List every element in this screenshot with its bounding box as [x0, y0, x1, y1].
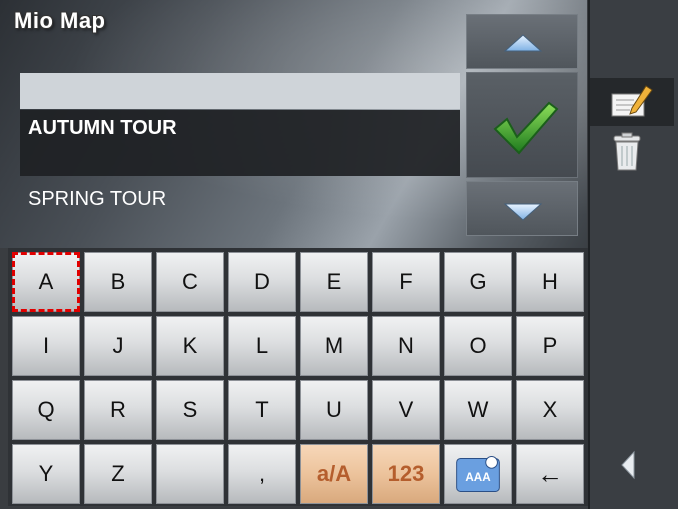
down-arrow-icon	[503, 203, 543, 221]
key-b[interactable]: B	[84, 252, 152, 312]
list-item-empty[interactable]	[20, 73, 460, 109]
key-h[interactable]: H	[516, 252, 584, 312]
key-v[interactable]: V	[372, 380, 440, 440]
key-p[interactable]: P	[516, 316, 584, 376]
up-arrow-icon	[503, 34, 543, 52]
key-i[interactable]: I	[12, 316, 80, 376]
key-o[interactable]: O	[444, 316, 512, 376]
edit-note-icon	[611, 85, 653, 117]
key-backspace[interactable]: ←	[516, 444, 584, 504]
sidebar	[588, 0, 678, 509]
key-n[interactable]: N	[372, 316, 440, 376]
key-y[interactable]: Y	[12, 444, 80, 504]
key-z[interactable]: Z	[84, 444, 152, 504]
edit-button[interactable]	[590, 78, 674, 126]
key-comma[interactable]: ,	[228, 444, 296, 504]
key-m[interactable]: M	[300, 316, 368, 376]
case-toggle-label: a/A	[316, 461, 352, 486]
key-x[interactable]: X	[516, 380, 584, 440]
key-g[interactable]: G	[444, 252, 512, 312]
key-k[interactable]: K	[156, 316, 224, 376]
key-a[interactable]: A	[12, 252, 80, 312]
back-button[interactable]	[590, 440, 674, 490]
svg-text:AAA: AAA	[465, 471, 491, 484]
trash-icon	[613, 132, 641, 171]
key-d[interactable]: D	[228, 252, 296, 312]
key-space[interactable]	[156, 444, 224, 504]
key-q[interactable]: Q	[12, 380, 80, 440]
backspace-icon: ←	[537, 458, 563, 489]
scroll-up-button[interactable]	[466, 14, 578, 69]
key-w[interactable]: W	[444, 380, 512, 440]
key-f[interactable]: F	[372, 252, 440, 312]
list-item-label: AUTUMN TOUR	[28, 117, 177, 139]
key-e[interactable]: E	[300, 252, 368, 312]
back-arrow-icon	[621, 450, 635, 480]
numbers-toggle-label: 123	[387, 461, 425, 486]
key-u[interactable]: U	[300, 380, 368, 440]
keyboard: A B C D E F G H I J K L M N O P Q R S T …	[8, 248, 588, 506]
key-j[interactable]: J	[84, 316, 152, 376]
key-numbers-toggle[interactable]: 123	[372, 444, 440, 504]
app-title: Mio Map	[14, 8, 106, 33]
key-case-toggle[interactable]: a/A	[300, 444, 368, 504]
key-t[interactable]: T	[228, 380, 296, 440]
keyboard-language-icon: AAA	[456, 456, 500, 492]
key-l[interactable]: L	[228, 316, 296, 376]
key-s[interactable]: S	[156, 380, 224, 440]
list-item-autumn-tour[interactable]: AUTUMN TOUR	[20, 110, 460, 176]
delete-button[interactable]	[590, 128, 674, 176]
key-r[interactable]: R	[84, 380, 152, 440]
list-item-spring-tour[interactable]: SPRING TOUR	[20, 184, 460, 214]
confirm-button[interactable]	[466, 72, 578, 178]
screen: Mio Map AUTUMN TOUR SPRING TOUR A B C D …	[0, 0, 678, 509]
scroll-down-button[interactable]	[466, 181, 578, 236]
key-language[interactable]: AAA	[444, 444, 512, 504]
key-c[interactable]: C	[156, 252, 224, 312]
checkmark-icon	[493, 101, 559, 155]
